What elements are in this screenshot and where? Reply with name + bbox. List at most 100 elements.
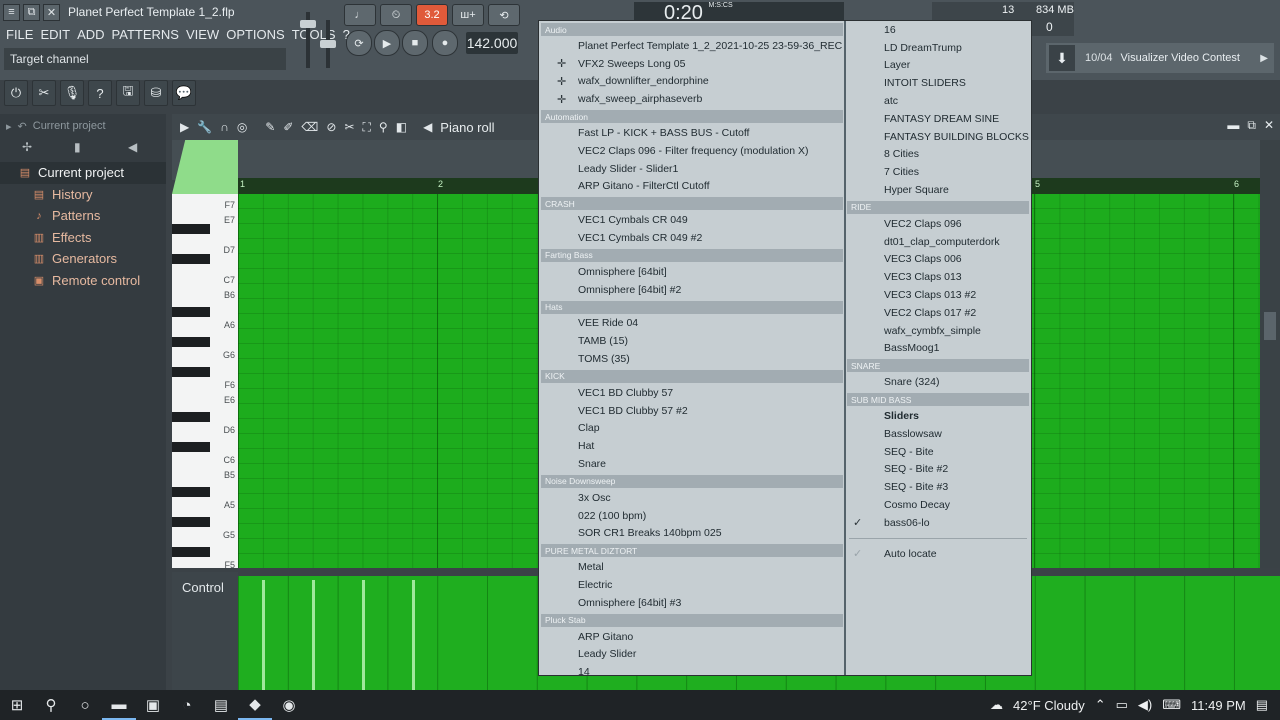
- menu-item[interactable]: SEQ - Bite: [847, 443, 1029, 461]
- slice-icon[interactable]: ✂: [344, 120, 354, 134]
- clock-text[interactable]: 11:49 PM: [1191, 698, 1246, 713]
- black-key[interactable]: [172, 307, 210, 317]
- menu-item[interactable]: VEC1 BD Clubby 57 #2: [541, 402, 843, 420]
- download-icon[interactable]: ⬇: [1049, 45, 1075, 71]
- stop-icon[interactable]: ■: [402, 30, 428, 56]
- menu-item[interactable]: INTOIT SLIDERS: [847, 74, 1029, 92]
- tree-item-generators[interactable]: ▥ Generators: [0, 248, 166, 270]
- menu-item[interactable]: BassMoog1: [847, 340, 1029, 358]
- brush-icon[interactable]: ✐: [283, 120, 293, 134]
- wrench-icon[interactable]: 🔧: [197, 120, 212, 134]
- menu-item[interactable]: VEC2 Claps 096 - Filter frequency (modul…: [541, 142, 843, 160]
- menu-item[interactable]: Hat: [541, 437, 843, 455]
- menu-item[interactable]: VEC1 Cymbals CR 049 #2: [541, 229, 843, 247]
- menu-item[interactable]: Basslowsaw: [847, 425, 1029, 443]
- menu-item[interactable]: VEC3 Claps 013: [847, 268, 1029, 286]
- pattern-button[interactable]: 3.2: [416, 4, 448, 26]
- loop-icon[interactable]: ⟲: [488, 4, 520, 26]
- velocity-bar[interactable]: [412, 580, 415, 690]
- menu-item[interactable]: SOR CR1 Breaks 140bpm 025: [541, 525, 843, 543]
- menu-item[interactable]: Snare: [541, 455, 843, 473]
- speaker-icon[interactable]: ◀: [128, 140, 137, 154]
- cortana-icon[interactable]: ○: [68, 690, 102, 720]
- black-key[interactable]: [172, 224, 210, 234]
- menu-view[interactable]: VIEW: [186, 27, 219, 42]
- notification-icon[interactable]: ▤: [1256, 697, 1268, 713]
- black-key[interactable]: [172, 337, 210, 347]
- menu-item[interactable]: Fast LP - KICK + BASS BUS - Cutoff: [541, 124, 843, 142]
- menu-item[interactable]: VEC1 Cymbals CR 049: [541, 211, 843, 229]
- time-display[interactable]: 0:20 M:S:CS: [634, 2, 844, 24]
- weather-text[interactable]: 42°F Cloudy: [1013, 698, 1085, 713]
- restore-icon[interactable]: ⧉: [23, 3, 40, 21]
- menu-item[interactable]: 16: [847, 21, 1029, 39]
- menu-item[interactable]: Omnisphere [64bit] #2: [541, 281, 843, 299]
- menu-patterns[interactable]: PATTERNS: [112, 27, 179, 42]
- menu-item[interactable]: SEQ - Bite #2: [847, 461, 1029, 479]
- tree-item-effects[interactable]: ▥ Effects: [0, 227, 166, 249]
- chrome-icon[interactable]: ◉: [272, 690, 306, 720]
- news-text[interactable]: Visualizer Video Contest: [1121, 52, 1240, 64]
- play-icon[interactable]: ▶: [180, 120, 189, 134]
- menu-item[interactable]: 8 Cities: [847, 146, 1029, 164]
- pattern-song-toggle-icon[interactable]: ⟳: [346, 30, 372, 56]
- power-icon[interactable]: ⏻: [4, 80, 28, 106]
- menu-item[interactable]: Leady Slider - Slider1: [541, 160, 843, 178]
- undo-icon[interactable]: ↶: [18, 120, 27, 133]
- menu-item[interactable]: VEE Ride 04: [541, 315, 843, 333]
- master-volume-slider[interactable]: [300, 6, 336, 72]
- menu-item[interactable]: FANTASY BUILDING BLOCKS: [847, 128, 1029, 146]
- windows-start-icon[interactable]: ⊞: [0, 690, 34, 720]
- menu-item[interactable]: ARP Gitano - FilterCtl Cutoff: [541, 178, 843, 196]
- close-icon[interactable]: ✕: [43, 3, 60, 21]
- black-key[interactable]: [172, 254, 210, 264]
- target-icon[interactable]: ◎: [237, 120, 247, 134]
- menu-options[interactable]: OPTIONS: [226, 27, 285, 42]
- pitch-slider-knob[interactable]: [320, 40, 336, 48]
- eraser-icon[interactable]: ⌫: [301, 120, 318, 134]
- menu-item[interactable]: VEC3 Claps 006: [847, 251, 1029, 269]
- browser-header-label[interactable]: Current project: [33, 120, 106, 132]
- black-key[interactable]: [172, 547, 210, 557]
- fl-studio-icon[interactable]: ◆: [238, 690, 272, 720]
- slider-knob[interactable]: [300, 20, 316, 28]
- mute-icon[interactable]: ⊘: [326, 120, 336, 134]
- cloud-icon[interactable]: ☁: [990, 697, 1003, 713]
- cut-icon[interactable]: ✂: [32, 80, 56, 106]
- tree-item-history[interactable]: ▤ History: [0, 184, 166, 206]
- menu-item[interactable]: atc: [847, 92, 1029, 110]
- menu-item[interactable]: ✛ wafx_downlifter_endorphine: [541, 73, 843, 91]
- menu-item[interactable]: FANTASY DREAM SINE: [847, 110, 1029, 128]
- menu-file[interactable]: FILE: [6, 27, 33, 42]
- menu-item[interactable]: 022 (100 bpm): [541, 507, 843, 525]
- menu-item[interactable]: Cosmo Decay: [847, 496, 1029, 514]
- menu-item[interactable]: ✛ wafx_sweep_airphaseverb: [541, 90, 843, 108]
- menu-item[interactable]: 3x Osc: [541, 489, 843, 507]
- menu-item[interactable]: Metal: [541, 558, 843, 576]
- menu-item[interactable]: ✛ VFX2 Sweeps Long 05: [541, 55, 843, 73]
- render-icon[interactable]: ⛁: [144, 80, 168, 106]
- playback-icon[interactable]: ◧: [396, 120, 407, 134]
- magnet-icon[interactable]: ∩: [220, 120, 229, 134]
- menu-item[interactable]: VEC2 Claps 096: [847, 215, 1029, 233]
- chevron-up-icon[interactable]: ⌃: [1095, 697, 1106, 713]
- menu-item[interactable]: Omnisphere [64bit]: [541, 263, 843, 281]
- edge-icon[interactable]: ◔: [170, 690, 204, 720]
- menu-item[interactable]: TOMS (35): [541, 350, 843, 368]
- help-icon[interactable]: ?: [88, 80, 112, 106]
- keyboard-icon[interactable]: ⌨: [1162, 697, 1181, 713]
- velocity-bar[interactable]: [262, 580, 265, 690]
- menu-item[interactable]: ✓ bass06-lo: [847, 514, 1029, 532]
- speaker-icon[interactable]: ◀: [423, 120, 432, 134]
- metronome-icon[interactable]: ♩: [344, 4, 376, 26]
- step-icon[interactable]: ш+: [452, 4, 484, 26]
- minimize-icon[interactable]: ▬: [1227, 118, 1239, 133]
- menu-item[interactable]: 14: [541, 663, 843, 681]
- search-icon[interactable]: ⚲: [34, 690, 68, 720]
- menu-item[interactable]: SEQ - Bite #3: [847, 478, 1029, 496]
- chevron-right-icon[interactable]: ▶: [1260, 53, 1268, 64]
- velocity-bar[interactable]: [312, 580, 315, 690]
- menu-icon[interactable]: ≡: [3, 3, 20, 21]
- menu-item[interactable]: Leady Slider: [541, 646, 843, 664]
- photoshop-icon[interactable]: ▣: [136, 690, 170, 720]
